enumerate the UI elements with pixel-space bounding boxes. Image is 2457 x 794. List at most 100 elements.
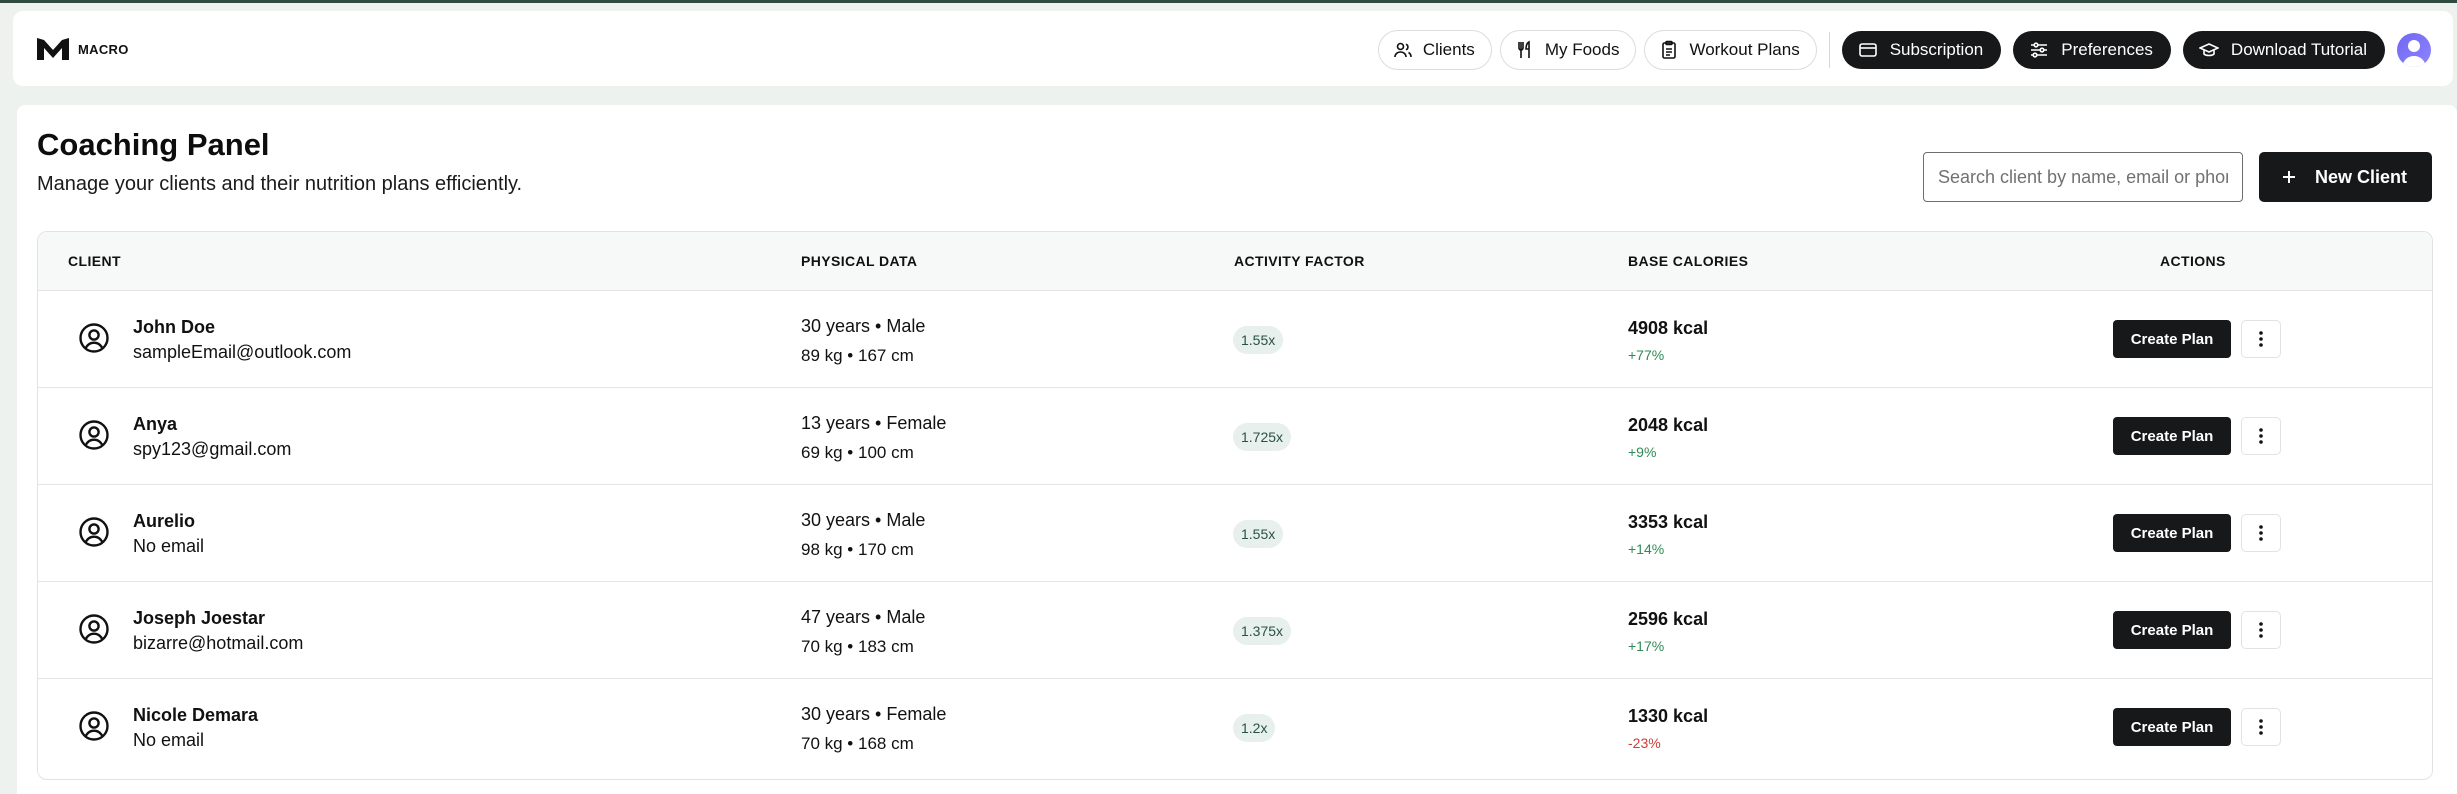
nav-divider [1828, 32, 1830, 68]
create-plan-button[interactable]: Create Plan [2113, 708, 2231, 746]
header-base-calories: BASE CALORIES [1628, 253, 1749, 269]
nav-workout-plans[interactable]: Workout Plans [1644, 30, 1817, 70]
app-logo[interactable]: MACRO [36, 36, 129, 62]
utensils-icon [1515, 40, 1535, 60]
more-options-button[interactable] [2241, 708, 2281, 746]
create-plan-button[interactable]: Create Plan [2113, 611, 2231, 649]
create-plan-button[interactable]: Create Plan [2113, 514, 2231, 552]
more-vertical-icon [2259, 331, 2263, 347]
client-name: Aurelio [133, 511, 196, 531]
graduation-cap-icon [2198, 40, 2219, 60]
app-name: MACRO [78, 41, 129, 57]
page-title: Coaching Panel [37, 127, 270, 162]
plus-icon [2279, 167, 2299, 187]
table-header: CLIENT PHYSICAL DATA ACTIVITY FACTOR BAS… [38, 232, 2432, 291]
user-circle-icon [76, 320, 112, 356]
header-client: CLIENT [68, 253, 121, 269]
sliders-icon [2029, 40, 2049, 60]
calorie-change: -23% [1628, 735, 1661, 751]
user-circle-icon [76, 611, 112, 647]
more-options-button[interactable] [2241, 320, 2281, 358]
nav-my-foods-label: My Foods [1544, 40, 1620, 59]
calorie-change: +14% [1628, 541, 1665, 557]
client-email: No email [133, 536, 205, 556]
preferences-button[interactable]: Preferences [2013, 31, 2171, 69]
nav-workout-plans-label: Workout Plans [1689, 40, 1800, 59]
user-circle-icon [76, 514, 112, 550]
client-name: John Doe [133, 317, 216, 337]
page-subtitle: Manage your clients and their nutrition … [37, 173, 523, 195]
client-name: Joseph Joestar [133, 608, 266, 628]
more-options-button[interactable] [2241, 417, 2281, 455]
top-navigation-bar: MACRO Clients My Foods Workout Plans Sub… [13, 11, 2453, 86]
calorie-change: +17% [1628, 638, 1665, 654]
activity-factor-badge: 1.2x [1233, 714, 1276, 742]
activity-factor-badge: 1.375x [1233, 617, 1292, 645]
more-vertical-icon [2259, 622, 2263, 638]
user-circle-icon [76, 417, 112, 453]
client-age-sex: 13 years • Female [801, 413, 947, 433]
nav-my-foods[interactable]: My Foods [1499, 30, 1637, 70]
client-age-sex: 30 years • Male [801, 316, 926, 336]
download-tutorial-label: Download Tutorial [2230, 40, 2367, 59]
client-age-sex: 30 years • Female [801, 704, 947, 724]
more-vertical-icon [2259, 428, 2263, 444]
table-row: Anya spy123@gmail.com 13 years • Female … [38, 389, 2432, 485]
base-calories: 2596 kcal [1628, 609, 1709, 629]
client-weight-height: 98 kg • 170 cm [801, 540, 914, 559]
client-email: sampleEmail@outlook.com [133, 342, 352, 362]
client-weight-height: 70 kg • 183 cm [801, 637, 914, 656]
more-options-button[interactable] [2241, 611, 2281, 649]
client-email: bizarre@hotmail.com [133, 633, 304, 653]
activity-factor-badge: 1.725x [1233, 423, 1292, 451]
subscription-label: Subscription [1889, 40, 1984, 59]
client-weight-height: 70 kg • 168 cm [801, 734, 914, 753]
nav-clients[interactable]: Clients [1377, 30, 1492, 70]
base-calories: 3353 kcal [1628, 512, 1709, 532]
client-weight-height: 69 kg • 100 cm [801, 443, 914, 462]
credit-card-icon [1858, 40, 1878, 60]
base-calories: 4908 kcal [1628, 318, 1709, 338]
header-physical-data: PHYSICAL DATA [801, 253, 918, 269]
avatar-person-icon [2402, 40, 2426, 67]
new-client-button[interactable]: New Client [2259, 152, 2432, 202]
coaching-panel: Coaching Panel Manage your clients and t… [17, 105, 2457, 794]
new-client-label: New Client [2315, 166, 2408, 187]
nav-clients-label: Clients [1422, 40, 1475, 59]
base-calories: 2048 kcal [1628, 415, 1709, 435]
nav-menu: Clients My Foods Workout Plans Subscript… [1377, 30, 2431, 70]
table-row: John Doe sampleEmail@outlook.com 30 year… [38, 292, 2432, 388]
search-input[interactable] [1923, 152, 2243, 202]
more-vertical-icon [2259, 719, 2263, 735]
clients-table: CLIENT PHYSICAL DATA ACTIVITY FACTOR BAS… [37, 231, 2433, 780]
client-name: Anya [133, 414, 178, 434]
table-row: Joseph Joestar bizarre@hotmail.com 47 ye… [38, 583, 2432, 679]
top-accent-line [0, 0, 2457, 3]
more-options-button[interactable] [2241, 514, 2281, 552]
users-icon [1393, 40, 1413, 60]
more-vertical-icon [2259, 525, 2263, 541]
calorie-change: +77% [1628, 347, 1665, 363]
calorie-change: +9% [1628, 444, 1657, 460]
user-circle-icon [76, 708, 112, 744]
base-calories: 1330 kcal [1628, 706, 1709, 726]
table-row: Aurelio No email 30 years • Male 98 kg •… [38, 486, 2432, 582]
client-weight-height: 89 kg • 167 cm [801, 346, 914, 365]
create-plan-button[interactable]: Create Plan [2113, 320, 2231, 358]
clipboard-icon [1659, 40, 1679, 60]
user-avatar[interactable] [2397, 33, 2431, 67]
preferences-label: Preferences [2061, 40, 2153, 59]
macro-logo-icon [37, 38, 69, 60]
client-email: No email [133, 730, 205, 750]
client-email: spy123@gmail.com [133, 439, 292, 459]
table-row: Nicole Demara No email 30 years • Female… [38, 680, 2432, 776]
create-plan-button[interactable]: Create Plan [2113, 417, 2231, 455]
activity-factor-badge: 1.55x [1233, 520, 1284, 548]
download-tutorial-button[interactable]: Download Tutorial [2182, 31, 2385, 69]
header-activity-factor: ACTIVITY FACTOR [1234, 253, 1365, 269]
activity-factor-badge: 1.55x [1233, 326, 1284, 354]
client-age-sex: 47 years • Male [801, 607, 926, 627]
client-name: Nicole Demara [133, 705, 259, 725]
client-age-sex: 30 years • Male [801, 510, 926, 530]
subscription-button[interactable]: Subscription [1841, 31, 2002, 69]
